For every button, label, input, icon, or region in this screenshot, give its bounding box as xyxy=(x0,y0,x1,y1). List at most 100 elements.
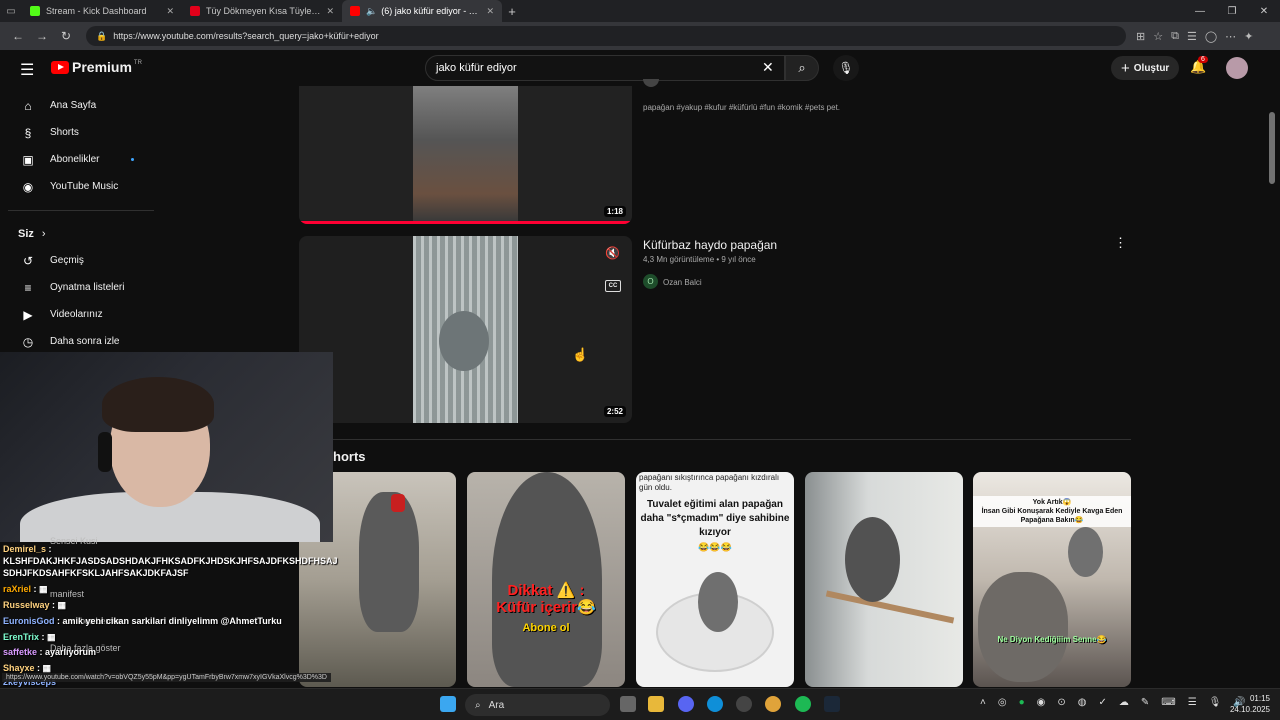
tray-app-icon[interactable]: ◉ xyxy=(1037,697,1046,708)
chrome-icon[interactable] xyxy=(765,696,781,712)
video-thumbnail[interactable]: 1:18 xyxy=(299,86,632,224)
profile-icon[interactable]: ◯ xyxy=(1205,30,1217,43)
taskbar-search-label: Ara xyxy=(488,699,505,711)
sidebar-item-subscriptions[interactable]: ▣ Abonelikler xyxy=(0,146,160,173)
tray-status-icon[interactable]: ● xyxy=(1019,697,1025,708)
close-tab-icon[interactable]: ✕ xyxy=(326,6,334,17)
app-icon[interactable]: ⊞ xyxy=(1136,30,1145,43)
edge-icon[interactable] xyxy=(707,696,723,712)
taskbar-search[interactable]: ⌕ Ara xyxy=(465,694,610,716)
speaker-icon[interactable]: 🔈 xyxy=(366,6,377,17)
short-card[interactable]: Dikkat ⚠️ : Küfür içerir😂 Abone ol xyxy=(467,472,625,687)
video-thumbnail-playing[interactable]: 2:52 xyxy=(299,236,632,423)
discord-icon[interactable] xyxy=(678,696,694,712)
tray-app-icon[interactable]: ☁ xyxy=(1119,697,1129,708)
tray-app-icon[interactable]: ⊙ xyxy=(1057,697,1065,708)
microphone-icon[interactable]: 🎙 xyxy=(1209,697,1222,708)
sidebar-you-header[interactable]: Siz › xyxy=(0,221,160,247)
tray-expand-icon[interactable]: ˄ xyxy=(980,697,986,708)
avatar[interactable] xyxy=(1226,57,1248,79)
back-icon[interactable]: ← xyxy=(6,29,30,43)
youtube-premium-logo[interactable]: Premium TR xyxy=(51,59,142,75)
sidebar-item-music[interactable]: ◉ YouTube Music xyxy=(0,173,160,200)
chat-message: raXriel : ▦ xyxy=(3,584,48,594)
spotify-icon[interactable] xyxy=(795,696,811,712)
clear-search-icon[interactable]: ✕ xyxy=(762,59,774,76)
close-window-icon[interactable]: ✕ xyxy=(1248,6,1280,17)
sidebar-item-history[interactable]: ↺ Geçmiş xyxy=(0,247,160,274)
sidebar-item-shorts[interactable]: § Shorts xyxy=(0,119,160,146)
tab-tuy[interactable]: Tüy Dökmeyen Kısa Tüylere Sahip ✕ xyxy=(182,0,342,22)
chat-text: ayarlıyorum xyxy=(45,647,97,657)
channel-avatar[interactable]: O xyxy=(643,274,658,289)
search-input[interactable]: jako küfür ediyor xyxy=(425,55,785,81)
close-tab-icon[interactable]: ✕ xyxy=(486,6,494,17)
taskbar: ⌕ Ara ˄ ◎ ● ◉ ⊙ ◍ ✓ ☁ ✎ ⌨ ☰ 🎙 🔊 01:15 24… xyxy=(0,688,1280,720)
short-card[interactable]: Yok Artık😱 İnsan Gibi Konuşarak Kediyle … xyxy=(973,472,1131,687)
video-description: papağan #yakup #kufur #küfürlü #fun #kom… xyxy=(643,103,841,112)
close-tab-icon[interactable]: ✕ xyxy=(166,6,174,17)
search-button[interactable]: ⌕ xyxy=(785,55,819,81)
youtube-header: ☰ Premium TR jako küfür ediyor ✕ ⌕ 🎙 + O… xyxy=(0,50,1280,86)
playlists-icon: ≡ xyxy=(24,280,32,295)
create-label: Oluştur xyxy=(1133,62,1170,74)
chat-username: Shayxe xyxy=(3,663,35,673)
more-icon[interactable]: ⋯ xyxy=(1225,30,1236,43)
tray-app-icon[interactable]: ◍ xyxy=(1078,697,1087,708)
minimize-icon[interactable]: — xyxy=(1184,6,1216,17)
tab-youtube[interactable]: 🔈 (6) jako küfür ediyor - YouTube ✕ xyxy=(342,0,502,22)
create-button[interactable]: + Oluştur xyxy=(1111,56,1180,80)
sidebar-divider xyxy=(8,210,154,211)
system-tray: ˄ ◎ ● ◉ ⊙ ◍ ✓ ☁ ✎ ⌨ ☰ 🎙 🔊 xyxy=(980,697,1246,708)
home-icon: ⌂ xyxy=(24,98,32,113)
tab-actions-icon[interactable]: ▭ xyxy=(0,6,22,17)
video-title[interactable]: Küfürbaz haydo papağan xyxy=(643,238,777,252)
chat-username: Demirel_s xyxy=(3,544,47,554)
copilot-icon[interactable]: ✦ xyxy=(1244,30,1253,43)
cat-image xyxy=(978,572,1068,682)
channel-name[interactable]: Ozan Balci xyxy=(663,278,702,287)
extensions-icon[interactable]: ⧉ xyxy=(1171,30,1179,43)
parrot-image xyxy=(439,311,489,371)
clock-time: 01:15 xyxy=(1249,694,1270,703)
favorite-star-icon[interactable]: ☆ xyxy=(1153,30,1163,43)
chat-username: ErenTrix xyxy=(3,632,40,642)
short-card[interactable]: papağanı sıkıştırınca papağanı kızdıralı… xyxy=(636,472,794,687)
tray-app-icon[interactable]: ◎ xyxy=(998,697,1007,708)
sidebar-item-watch-later[interactable]: ◷ Daha sonra izle xyxy=(0,328,160,355)
tab-kick[interactable]: Stream - Kick Dashboard ✕ xyxy=(22,0,182,22)
maximize-icon[interactable]: ❐ xyxy=(1216,6,1248,17)
tray-app-icon[interactable]: ✓ xyxy=(1098,697,1106,708)
notifications-button[interactable]: 🔔 6 xyxy=(1190,56,1208,75)
obs-icon[interactable] xyxy=(736,696,752,712)
tray-app-icon[interactable]: ✎ xyxy=(1141,697,1149,708)
menu-icon[interactable]: ☰ xyxy=(20,60,34,80)
sidebar-item-playlists[interactable]: ≡ Oynatma listeleri xyxy=(0,274,160,301)
reload-icon[interactable]: ↻ xyxy=(54,29,78,43)
hand-cursor-icon: ☝ xyxy=(572,347,589,362)
chat-message: ErenTrix : ▦ xyxy=(3,632,56,642)
voice-search-button[interactable]: 🎙 xyxy=(833,55,859,81)
parrot-image xyxy=(845,517,900,602)
sidebar: ⌂ Ana Sayfa § Shorts ▣ Abonelikler ◉ You… xyxy=(0,92,160,355)
forward-icon[interactable]: → xyxy=(30,29,54,43)
sidebar-item-home[interactable]: ⌂ Ana Sayfa xyxy=(0,92,160,119)
short-card[interactable] xyxy=(805,472,963,687)
page-scrollbar[interactable] xyxy=(1269,112,1275,184)
taskbar-clock[interactable]: 01:15 24.10.2025 xyxy=(1226,693,1270,715)
task-view-icon[interactable] xyxy=(620,696,636,712)
file-explorer-icon[interactable] xyxy=(648,696,664,712)
captions-button[interactable]: CC xyxy=(605,280,621,292)
tab-title: Stream - Kick Dashboard xyxy=(46,6,147,16)
subscriptions-icon: ▣ xyxy=(22,152,34,167)
more-actions-icon[interactable]: ⋮ xyxy=(1114,235,1127,251)
muted-speaker-icon[interactable]: 🔇 xyxy=(605,246,620,260)
new-tab-icon[interactable]: + xyxy=(502,4,522,19)
url-field[interactable]: 🔒 https://www.youtube.com/results?search… xyxy=(86,26,1126,46)
tray-app-icon[interactable]: ⌨ xyxy=(1161,697,1175,708)
wifi-icon[interactable]: ☰ xyxy=(1188,697,1197,708)
sidebar-item-your-videos[interactable]: ▶ Videolarınız xyxy=(0,301,160,328)
collections-icon[interactable]: ☰ xyxy=(1187,30,1197,43)
windows-start-icon[interactable] xyxy=(440,696,456,712)
steam-icon[interactable] xyxy=(824,696,840,712)
